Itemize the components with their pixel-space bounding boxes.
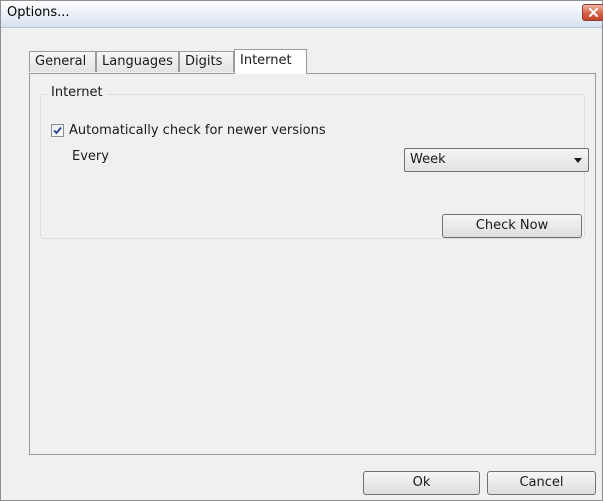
title-bar[interactable]: Options... — [1, 1, 603, 28]
tab-internet[interactable]: Internet — [234, 49, 307, 74]
tab-label: Internet — [240, 53, 292, 68]
frequency-select[interactable]: Week — [404, 148, 589, 172]
group-label: Internet — [47, 85, 107, 100]
window-title: Options... — [7, 5, 70, 20]
frequency-value: Week — [410, 152, 446, 167]
checkmark-icon — [53, 126, 62, 134]
options-dialog: Options... General Languages Digits Inte… — [0, 0, 603, 501]
close-button[interactable] — [582, 4, 603, 21]
auto-check-row[interactable]: Automatically check for newer versions — [51, 122, 326, 138]
chevron-down-icon — [574, 158, 582, 163]
every-label: Every — [72, 149, 109, 164]
tab-languages[interactable]: Languages — [96, 51, 179, 72]
tab-label: Languages — [102, 54, 173, 69]
tab-general[interactable]: General — [29, 51, 96, 72]
cancel-button[interactable]: Cancel — [487, 471, 596, 495]
tab-panel-internet: Internet Automatically check for newer v… — [29, 73, 596, 455]
check-now-button[interactable]: Check Now — [442, 214, 582, 238]
auto-check-label: Automatically check for newer versions — [69, 122, 326, 138]
close-icon — [589, 8, 598, 17]
tab-digits[interactable]: Digits — [179, 51, 234, 72]
tab-label: Digits — [185, 54, 223, 69]
auto-check-checkbox[interactable] — [51, 123, 64, 137]
internet-groupbox: Internet Automatically check for newer v… — [40, 85, 589, 239]
tab-label: General — [35, 54, 87, 69]
ok-button[interactable]: Ok — [363, 471, 480, 495]
